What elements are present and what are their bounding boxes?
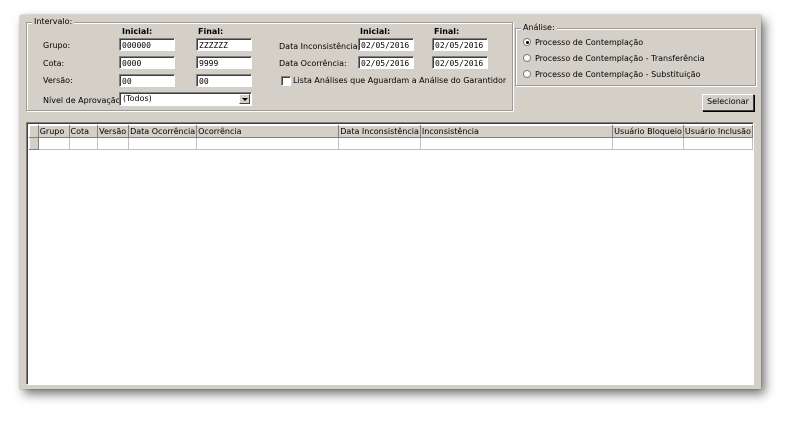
column-header-versao[interactable]: Versão [97,125,130,138]
versao-inicial-input[interactable]: 00 [119,74,175,87]
results-grid[interactable]: Grupo Cota Versão Data Ocorrência Ocorrê… [26,122,754,385]
grupo-final-input[interactable]: ZZZZZZ [196,38,252,51]
datas-col-final: Final: [434,27,460,36]
grupo-label: Grupo: [43,41,71,50]
data-ocorrencia-final-input[interactable]: 02/05/2016 [432,56,488,69]
table-cell[interactable] [196,137,340,150]
radio-substituicao-label[interactable]: Processo de Contemplação - Substituição [535,70,700,79]
column-header-usuario-bloqueio[interactable]: Usuário Bloqueio [612,125,684,138]
radio-substituicao[interactable] [523,70,531,78]
chevron-down-icon[interactable] [239,94,250,104]
column-header-usuario-inclusao[interactable]: Usuário Inclusão [682,125,754,138]
radio-transferencia-label[interactable]: Processo de Contemplação - Transferência [535,54,705,63]
table-cell[interactable] [37,137,70,150]
versao-label: Versão: [43,76,73,85]
data-inconsistencia-label: Data Inconsistência: [279,42,361,51]
table-cell[interactable] [128,137,198,150]
table-cell[interactable] [97,137,130,150]
cota-inicial-input[interactable]: 0000 [119,56,175,69]
versao-final-input[interactable]: 00 [196,74,252,87]
column-header-inconsistencia[interactable]: Inconsistência [419,125,614,138]
analise-title: Análise: [521,23,557,32]
radio-contemplacion[interactable] [523,38,531,46]
column-header-ocorrencia[interactable]: Ocorrência [196,125,340,138]
intervalo-title: Intervalo: [32,17,75,26]
table-cell[interactable] [68,137,99,150]
table-cell[interactable] [612,137,684,150]
table-cell[interactable] [338,137,421,150]
table-header-row: Grupo Cota Versão Data Ocorrência Ocorrê… [29,125,754,138]
selecionar-button[interactable]: Selecionar [702,94,754,111]
results-table: Grupo Cota Versão Data Ocorrência Ocorrê… [29,125,754,150]
column-header-cota[interactable]: Cota [68,125,99,138]
cota-final-input[interactable]: 9999 [196,56,252,69]
datas-col-inicial: Inicial: [360,27,391,36]
application-window: Intervalo: Inicial: Final: Grupo: 000000… [20,15,761,389]
lista-analises-checkbox[interactable] [281,76,291,86]
row-indicator-header [29,125,39,138]
radio-contemplacao-label[interactable]: Processo de Contemplação [535,38,643,47]
column-header-data-inconsistencia[interactable]: Data Inconsistência [338,125,421,138]
table-row[interactable] [29,137,754,150]
column-header-grupo[interactable]: Grupo [37,125,70,138]
nivel-aprovacao-label: Nível de Aprovação: [43,96,124,105]
cota-label: Cota: [43,59,65,68]
data-ocorrencia-inicial-input[interactable]: 02/05/2016 [358,56,414,69]
data-inconsistencia-final-input[interactable]: 02/05/2016 [432,38,488,51]
table-cell[interactable] [682,137,754,150]
row-indicator [29,137,39,150]
radio-transferencia[interactable] [523,54,531,62]
nivel-aprovacao-value: (Todos) [123,94,152,103]
table-cell[interactable] [419,137,614,150]
data-inconsistencia-inicial-input[interactable]: 02/05/2016 [358,38,414,51]
intervalo-col-final: Final: [198,27,224,36]
intervalo-col-inicial: Inicial: [122,27,153,36]
data-ocorrencia-label: Data Ocorrência: [279,59,347,68]
nivel-aprovacao-select[interactable]: (Todos) [119,92,252,106]
grupo-inicial-input[interactable]: 000000 [119,38,175,51]
column-header-data-ocorrencia[interactable]: Data Ocorrência [128,125,198,138]
lista-analises-label[interactable]: Lista Análises que Aguardam a Análise do… [293,76,506,85]
